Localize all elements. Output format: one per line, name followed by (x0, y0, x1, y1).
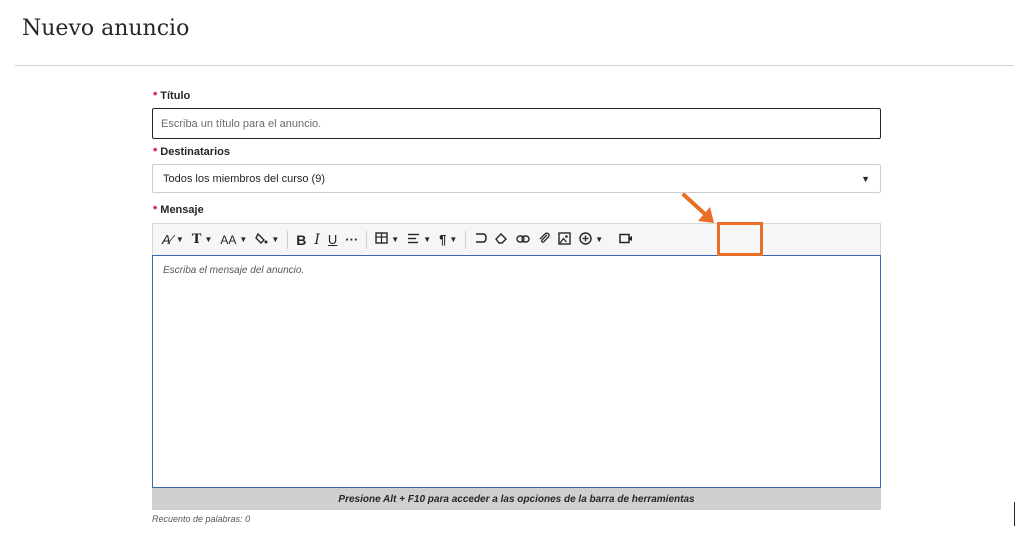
toolbar-hint-bar: Presione Alt + F10 para acceder a las op… (152, 488, 881, 510)
chevron-down-icon: ▼ (204, 235, 213, 244)
recipients-label: * Destinatarios (153, 146, 230, 158)
toolbar-hint-text: Presione Alt + F10 para acceder a las op… (338, 493, 695, 505)
table-icon (375, 232, 388, 247)
message-editor[interactable]: Escriba el mensaje del anuncio. (152, 255, 881, 488)
chevron-down-icon: ▼ (449, 235, 458, 244)
clear-format-button[interactable] (491, 228, 512, 252)
editor-toolbar: A⁄ ▼ T ▼ AA ▼ ▼ B I U ··· ▼ ▼ ¶ ▼ ▼ (152, 223, 881, 255)
more-button[interactable]: ··· (341, 228, 362, 252)
page-title: Nuevo anuncio (22, 16, 190, 41)
title-input[interactable] (152, 108, 881, 139)
text-style-button[interactable]: A⁄ ▼ (158, 228, 188, 252)
italic-icon: I (314, 231, 320, 248)
chevron-down-icon: ▼ (175, 235, 184, 244)
bold-button[interactable]: B (292, 228, 310, 252)
undo-icon (474, 232, 488, 247)
message-label: * Mensaje (153, 204, 204, 216)
attachment-icon (538, 232, 551, 248)
required-mark: * (153, 146, 158, 158)
video-icon (619, 232, 633, 247)
clear-format-icon (495, 232, 508, 247)
more-icon: ··· (345, 232, 359, 247)
required-mark: * (153, 204, 158, 216)
attachment-button[interactable] (534, 228, 554, 252)
underline-icon: U (327, 232, 338, 247)
insert-content-button[interactable]: ▼ (575, 228, 607, 252)
recipients-select[interactable]: Todos los miembros del curso (9) ▼ (152, 164, 881, 193)
table-button[interactable]: ▼ (371, 228, 403, 252)
image-button[interactable] (554, 228, 575, 252)
arrow-annotation-icon (682, 193, 714, 223)
font-family-icon: T (191, 232, 202, 247)
word-count: Recuento de palabras: 0 (152, 514, 251, 524)
text-color-button[interactable]: ▼ (251, 228, 283, 252)
recipients-selected-value: Todos los miembros del curso (9) (163, 172, 326, 185)
undo-button[interactable] (470, 228, 491, 252)
toolbar-separator (287, 230, 289, 249)
chevron-down-icon: ▼ (239, 235, 248, 244)
link-icon (516, 232, 530, 247)
insert-content-icon (579, 231, 592, 248)
link-button[interactable] (512, 228, 534, 252)
chevron-down-icon: ▼ (391, 235, 400, 244)
title-label: * Título (153, 90, 191, 102)
message-placeholder: Escriba el mensaje del anuncio. (163, 265, 305, 276)
required-mark: * (153, 90, 158, 102)
toolbar-separator (366, 230, 368, 249)
font-size-button[interactable]: AA ▼ (216, 228, 251, 252)
video-button[interactable] (615, 228, 637, 252)
chevron-down-icon: ▼ (271, 235, 280, 244)
font-family-button[interactable]: T ▼ (188, 228, 217, 252)
text-color-icon (255, 232, 268, 248)
align-button[interactable]: ▼ (403, 228, 435, 252)
header-divider (15, 65, 1014, 66)
underline-button[interactable]: U (324, 228, 341, 252)
italic-button[interactable]: I (310, 228, 324, 252)
text-style-icon: A⁄ (162, 232, 173, 247)
toolbar-separator (465, 230, 467, 249)
chevron-down-icon: ▼ (423, 235, 432, 244)
image-icon (558, 231, 571, 248)
font-size-icon: AA (220, 232, 237, 247)
bold-icon: B (296, 231, 307, 248)
chevron-down-icon: ▼ (861, 173, 870, 184)
paragraph-button[interactable]: ¶ ▼ (435, 228, 461, 252)
chevron-down-icon: ▼ (595, 235, 604, 244)
text-cursor (1014, 502, 1015, 526)
paragraph-icon: ¶ (439, 232, 447, 247)
align-icon (407, 232, 420, 247)
